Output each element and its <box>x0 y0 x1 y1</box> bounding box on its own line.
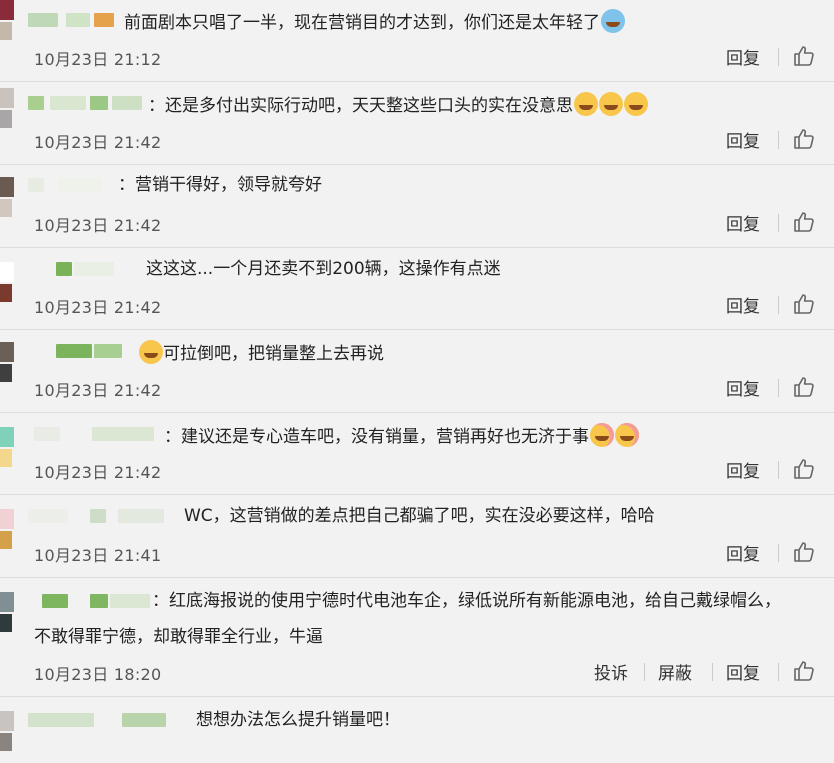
laugh-emoji <box>574 92 598 116</box>
thumbs-up-icon[interactable] <box>792 44 816 68</box>
reply-button[interactable]: 回复 <box>726 457 760 482</box>
comment-item: ：建议还是专心造车吧，没有销量，营销再好也无济于事 10月23日 21:42 回… <box>0 413 834 495</box>
thumbs-up-icon[interactable] <box>792 659 816 683</box>
thumbs-up-icon[interactable] <box>792 292 816 316</box>
avatar[interactable] <box>0 88 14 140</box>
divider <box>778 379 779 397</box>
comment-text: 这这这...一个月还卖不到200辆，这操作有点迷 <box>146 259 501 279</box>
divider <box>778 48 779 66</box>
avatar[interactable] <box>0 0 14 52</box>
comment-actions: 投诉 屏蔽 回复 <box>594 659 834 685</box>
comment-item: 这这这...一个月还卖不到200辆，这操作有点迷 10月23日 21:42 回复 <box>0 248 834 330</box>
thumbs-up-icon[interactable] <box>792 210 816 234</box>
comment-time: 10月23日 21:42 <box>34 463 162 482</box>
divider <box>778 214 779 232</box>
divider <box>712 663 713 681</box>
thumbs-up-icon[interactable] <box>792 540 816 564</box>
comment-text: ：还是多付出实际行动吧，天天整这些口头的实在没意思 <box>148 92 648 117</box>
comment-time: 10月23日 18:20 <box>34 665 162 684</box>
comment-time: 10月23日 21:42 <box>34 298 162 317</box>
comment-item: 前面剧本只唱了一半，现在营销目的才达到，你们还是太年轻了 10月23日 21:1… <box>0 0 834 82</box>
comment-actions: 回复 <box>724 210 834 236</box>
comment-actions: 回复 <box>724 540 834 566</box>
reply-button[interactable]: 回复 <box>726 210 760 235</box>
divider <box>778 544 779 562</box>
blush-emoji <box>590 423 614 447</box>
username[interactable] <box>34 590 158 608</box>
comment-actions: 回复 <box>724 44 834 70</box>
avatar[interactable] <box>0 342 14 394</box>
thumbs-up-icon[interactable] <box>792 457 816 481</box>
comment-time: 10月23日 21:42 <box>34 381 162 400</box>
thumbs-up-icon[interactable] <box>792 127 816 151</box>
comment-time: 10月23日 21:12 <box>34 50 162 69</box>
divider <box>778 461 779 479</box>
comment-text: 前面剧本只唱了一半，现在营销目的才达到，你们还是太年轻了 <box>124 9 625 34</box>
username[interactable] <box>56 258 136 276</box>
comment-item: ：营销干得好，领导就夸好 10月23日 21:42 回复 <box>0 165 834 248</box>
comment-text: ：营销干得好，领导就夸好 <box>118 175 322 195</box>
blush-emoji <box>615 423 639 447</box>
comment-item: 可拉倒吧，把销量整上去再说 10月23日 21:42 回复 <box>0 330 834 413</box>
comment-item: 想想办法怎么提升销量吧！ <box>0 697 834 751</box>
username[interactable] <box>34 423 164 441</box>
comment-time: 10月23日 21:42 <box>34 133 162 152</box>
comment-actions: 回复 <box>724 127 834 153</box>
reply-button[interactable]: 回复 <box>726 540 760 565</box>
comment-text: ：红底海报说的使用宁德时代电池车企，绿低说所有新能源电池，给自己戴绿帽么， <box>152 591 781 611</box>
comment-actions: 回复 <box>724 457 834 483</box>
reply-button[interactable]: 回复 <box>726 44 760 69</box>
avatar[interactable] <box>0 592 14 644</box>
laugh-emoji <box>624 92 648 116</box>
comment-item: ：红底海报说的使用宁德时代电池车企，绿低说所有新能源电池，给自己戴绿帽么， 不敢… <box>0 578 834 697</box>
divider <box>778 663 779 681</box>
avatar[interactable] <box>0 427 14 479</box>
reply-button[interactable]: 回复 <box>726 659 760 684</box>
avatar[interactable] <box>0 262 14 314</box>
comment-text: ：建议还是专心造车吧，没有销量，营销再好也无济于事 <box>164 423 639 448</box>
comment-text-line2: 不敢得罪宁德，却敢得罪全行业，牛逼 <box>34 627 323 647</box>
comment-time: 10月23日 21:41 <box>34 546 162 565</box>
username[interactable] <box>28 709 178 727</box>
comment-item: ：还是多付出实际行动吧，天天整这些口头的实在没意思 10月23日 21:42 回… <box>0 82 834 165</box>
reply-button[interactable]: 回复 <box>726 292 760 317</box>
avatar[interactable] <box>0 177 14 229</box>
username[interactable] <box>28 505 178 523</box>
comment-text: WC，这营销做的差点把自己都骗了吧，实在没必要这样，哈哈 <box>184 506 655 526</box>
comment-actions: 回复 <box>724 375 834 401</box>
avatar[interactable] <box>0 711 14 763</box>
thumbs-up-icon[interactable] <box>792 375 816 399</box>
username[interactable] <box>56 340 126 358</box>
divider <box>778 296 779 314</box>
username[interactable] <box>28 92 148 110</box>
reply-button[interactable]: 回复 <box>726 375 760 400</box>
avatar[interactable] <box>0 509 14 561</box>
tears-of-joy-emoji <box>601 9 625 33</box>
username[interactable] <box>28 9 118 27</box>
divider <box>644 663 645 681</box>
reply-button[interactable]: 回复 <box>726 127 760 152</box>
username[interactable] <box>28 174 120 192</box>
laugh-emoji <box>599 92 623 116</box>
block-button[interactable]: 屏蔽 <box>658 659 692 684</box>
shush-emoji <box>139 340 163 364</box>
divider <box>778 131 779 149</box>
comment-item: WC，这营销做的差点把自己都骗了吧，实在没必要这样，哈哈 10月23日 21:4… <box>0 495 834 578</box>
comment-text: 想想办法怎么提升销量吧！ <box>196 710 400 730</box>
comment-actions: 回复 <box>724 292 834 318</box>
report-button[interactable]: 投诉 <box>594 659 628 684</box>
comment-time: 10月23日 21:42 <box>34 216 162 235</box>
comment-text: 可拉倒吧，把销量整上去再说 <box>138 340 384 365</box>
